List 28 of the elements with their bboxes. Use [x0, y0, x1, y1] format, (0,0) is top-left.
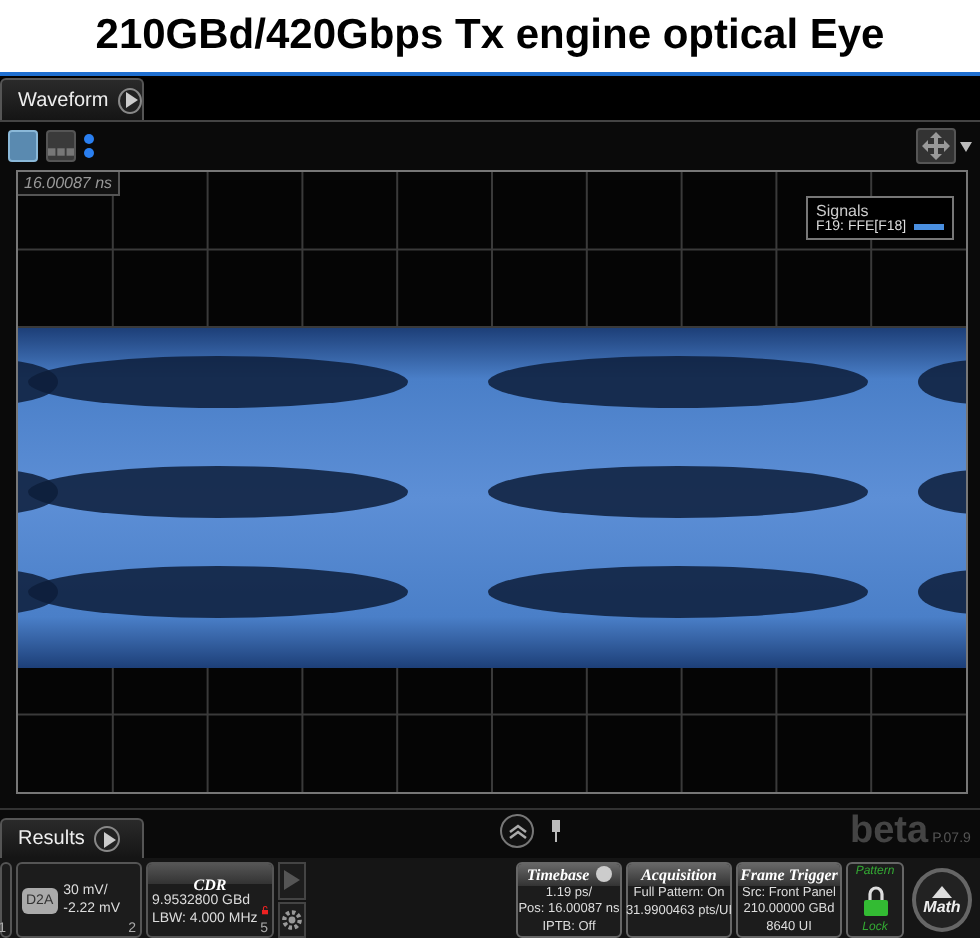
- version-name: beta: [850, 810, 929, 854]
- panel-title: Timebase: [526, 865, 590, 884]
- chevron-up-icon: [507, 823, 527, 839]
- grid-icon: [48, 148, 74, 156]
- waveform-tab[interactable]: Waveform: [0, 78, 144, 120]
- move-icon: [922, 132, 950, 160]
- tile-title: CDR: [193, 876, 227, 894]
- status-dot-icon: [595, 866, 612, 883]
- panel-title: Frame Trigger: [740, 865, 838, 884]
- dots-icon: [84, 134, 94, 158]
- play-button[interactable]: [94, 826, 121, 852]
- gear-icon: [280, 905, 304, 934]
- results-tab[interactable]: Results: [0, 818, 144, 858]
- settings-button[interactable]: [278, 901, 306, 938]
- timestamp-label: 16.00087 ns: [18, 172, 121, 196]
- play-icon: [120, 90, 141, 110]
- legend-title: Signals: [816, 202, 869, 220]
- move-button[interactable]: [916, 128, 956, 164]
- multi-grid-button[interactable]: [46, 130, 76, 162]
- collapse-button[interactable]: [500, 814, 534, 848]
- panel-title: Acquisition: [641, 866, 717, 884]
- slide-title: 210GBd/420Gbps Tx engine optical Eye: [0, 0, 980, 76]
- triangle-up-icon: [932, 885, 952, 897]
- pin-icon: [550, 820, 562, 842]
- math-button[interactable]: Math: [912, 868, 972, 932]
- play-button[interactable]: [118, 87, 143, 113]
- play-icon: [284, 870, 300, 891]
- dropdown-icon: [960, 141, 972, 151]
